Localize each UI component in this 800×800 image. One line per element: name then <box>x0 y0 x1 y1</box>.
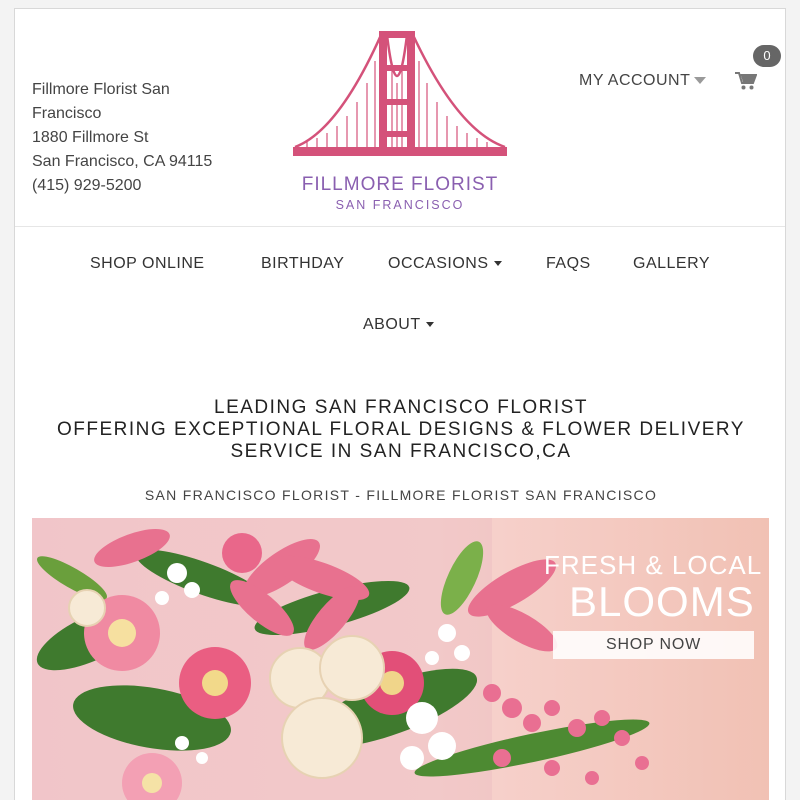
site-header: Fillmore Florist San Francisco 1880 Fill… <box>15 9 785 227</box>
nav-item-about[interactable]: ABOUT <box>363 316 434 334</box>
headline-line: OFFERING EXCEPTIONAL FLORAL DESIGNS & FL… <box>57 419 745 440</box>
nav-item-label: ABOUT <box>363 316 421 333</box>
hero-banner[interactable]: FRESH & LOCAL BLOOMS SHOP NOW <box>32 518 769 800</box>
logo-name: FILLMORE FLORIST <box>301 174 499 195</box>
nav-item-label: GALLERY <box>633 255 711 272</box>
nav-item-gallery[interactable]: GALLERY <box>633 255 710 273</box>
nav-item-label: OCCASIONS <box>388 255 489 272</box>
main-navigation: SHOP ONLINE BIRTHDAY OCCASIONS FAQS GALL… <box>15 227 785 357</box>
shop-now-button[interactable]: SHOP NOW <box>553 631 754 659</box>
caret-down-icon <box>425 322 434 328</box>
nav-item-birthday[interactable]: BIRTHDAY <box>261 255 344 273</box>
page-headline: LEADING SAN FRANCISCO FLORIST OFFERING E… <box>15 397 785 463</box>
address-line: Fillmore Florist San <box>32 81 170 98</box>
nav-item-faqs[interactable]: FAQS <box>546 255 591 273</box>
page: Fillmore Florist San Francisco 1880 Fill… <box>14 8 786 800</box>
headline-line: SERVICE IN SAN FRANCISCO,CA <box>230 441 572 462</box>
nav-item-shop-online[interactable]: SHOP ONLINE <box>90 255 205 273</box>
shopping-cart-icon[interactable] <box>735 71 757 91</box>
headline-line: LEADING SAN FRANCISCO FLORIST <box>214 397 588 418</box>
address-line: San Francisco, CA 94115 <box>32 153 213 170</box>
my-account-label: MY ACCOUNT <box>579 72 691 89</box>
address-line: 1880 Fillmore St <box>32 129 149 146</box>
store-address: Fillmore Florist San Francisco 1880 Fill… <box>32 78 247 198</box>
caret-down-icon <box>694 77 707 85</box>
phone-number[interactable]: (415) 929-5200 <box>32 174 247 198</box>
address-line: Francisco <box>32 105 102 122</box>
page-subheading: SAN FRANCISCO FLORIST - FILLMORE FLORIST… <box>144 487 658 503</box>
nav-item-label: BIRTHDAY <box>261 255 345 272</box>
nav-item-occasions[interactable]: OCCASIONS <box>388 255 502 273</box>
cart-count-badge[interactable]: 0 <box>753 45 781 67</box>
logo-subtitle: SAN FRANCISCO <box>335 198 465 212</box>
nav-item-label: FAQS <box>546 255 591 272</box>
golden-gate-bridge-icon <box>293 31 507 156</box>
banner-title: BLOOMS <box>569 578 755 625</box>
banner-tagline: FRESH & LOCAL <box>544 550 763 580</box>
my-account-menu[interactable]: MY ACCOUNT <box>579 72 707 90</box>
site-logo[interactable]: FILLMORE FLORIST SAN FRANCISCO <box>293 27 507 212</box>
caret-down-icon <box>493 261 502 267</box>
nav-item-label: SHOP ONLINE <box>90 255 205 272</box>
